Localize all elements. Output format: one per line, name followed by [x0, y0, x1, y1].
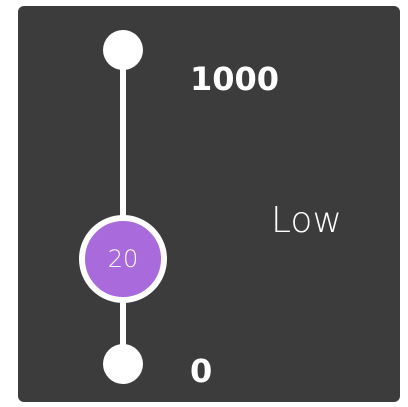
slider-thumb[interactable]: 20 [79, 215, 167, 303]
slider-track[interactable] [120, 47, 126, 362]
slider-min-label: 0 [190, 352, 213, 390]
slider-min-end-knob [103, 344, 143, 384]
slider-max-end-knob [103, 30, 143, 70]
slider-max-label: 1000 [190, 60, 280, 98]
slider-level-label: Low [271, 200, 342, 241]
slider-value-label: 20 [107, 245, 139, 273]
